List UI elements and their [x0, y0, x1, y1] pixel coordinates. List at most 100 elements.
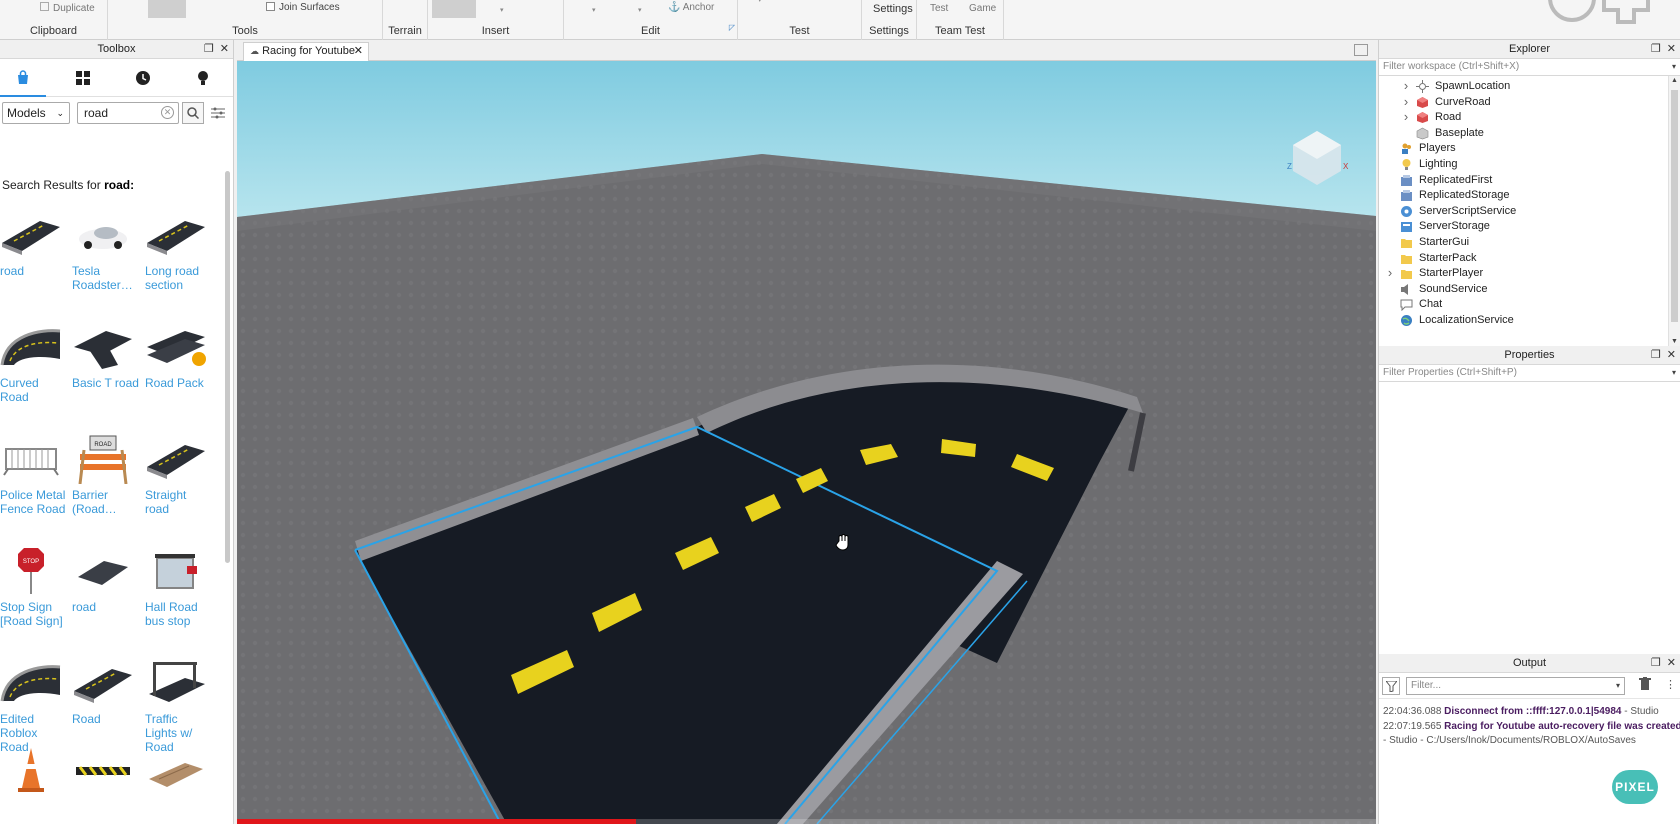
explorer-item[interactable]: Baseplate — [1379, 125, 1669, 141]
explorer-item[interactable]: › CurveRoad — [1379, 94, 1669, 110]
toolbox-item-name[interactable]: Road — [72, 712, 140, 726]
tool-button[interactable] — [148, 0, 186, 18]
toolbox-item[interactable]: Hall Road bus stop — [145, 546, 213, 628]
tab-recent[interactable] — [120, 59, 166, 97]
explorer-item[interactable]: StarterPack — [1379, 250, 1669, 266]
explorer-item[interactable]: SoundService — [1379, 281, 1669, 297]
toolbox-item-name[interactable]: road — [72, 600, 140, 614]
toolbox-item-name[interactable]: Road Pack — [145, 376, 213, 390]
part-button[interactable] — [432, 0, 476, 18]
scroll-thumb[interactable] — [1671, 90, 1678, 322]
duplicate-button[interactable]: Duplicate — [40, 2, 95, 14]
explorer-item[interactable]: ReplicatedFirst — [1379, 172, 1669, 188]
chevron-down-icon[interactable]: ▾ — [1672, 365, 1676, 381]
tab-marketplace[interactable] — [0, 59, 46, 97]
chevron-right-icon[interactable]: › — [1401, 94, 1411, 110]
explorer-item[interactable]: Lighting — [1379, 156, 1669, 172]
toolbox-item[interactable]: road — [0, 210, 68, 278]
toolbox-item-name[interactable]: road — [0, 264, 68, 278]
toolbox-item[interactable]: Edited Roblox Road — [0, 658, 68, 754]
explorer-item[interactable]: › Road — [1379, 109, 1669, 125]
chevron-down-icon[interactable]: ▾ — [1616, 678, 1620, 694]
chevron-down-icon[interactable]: ▾ — [1672, 59, 1676, 75]
toolbox-item[interactable]: Curved Road — [0, 322, 68, 404]
anchor-button[interactable]: ⚓ Anchor — [668, 2, 714, 13]
toolbox-item[interactable]: road — [72, 546, 140, 614]
clear-output-button[interactable] — [1639, 677, 1651, 693]
search-button[interactable] — [182, 102, 204, 124]
toolbox-item[interactable]: Straight road — [145, 434, 213, 516]
output-filter-button[interactable] — [1382, 677, 1400, 695]
toolbox-item[interactable]: ROAD Barrier (Road… — [72, 434, 140, 516]
scroll-up-icon[interactable]: ▲ — [1671, 77, 1678, 84]
team-test-button[interactable]: Test — [930, 3, 948, 14]
tab-racing-for-youtube[interactable]: ☁ Racing for Youtube ✕ — [243, 42, 369, 61]
more-options-icon[interactable]: ⋮ — [1665, 678, 1676, 691]
explorer-item[interactable]: ReplicatedStorage — [1379, 187, 1669, 203]
toolbox-item[interactable] — [0, 746, 68, 800]
toolbox-item-name[interactable]: Tesla Roadster… — [72, 264, 140, 292]
toolbox-item[interactable] — [72, 746, 140, 800]
tab-creations[interactable] — [180, 59, 226, 97]
join-surfaces-toggle[interactable]: Join Surfaces — [266, 2, 340, 13]
explorer-item[interactable]: Players — [1379, 140, 1669, 156]
explorer-item[interactable]: ServerScriptService — [1379, 203, 1669, 219]
chevron-right-icon[interactable]: › — [1401, 109, 1411, 125]
toolbox-item[interactable]: Road — [72, 658, 140, 726]
undock-icon[interactable]: ❐ — [1651, 349, 1661, 361]
explorer-item[interactable]: › SpawnLocation — [1379, 78, 1669, 94]
undock-icon[interactable]: ❐ — [204, 43, 214, 55]
explorer-item[interactable]: › StarterPlayer — [1379, 265, 1669, 281]
explorer-item[interactable]: LocalizationService — [1379, 312, 1669, 328]
properties-filter-input[interactable]: Filter Properties (Ctrl+Shift+P) ▾ — [1379, 365, 1680, 382]
toolbox-item[interactable]: Long road section — [145, 210, 213, 292]
undock-icon[interactable]: ❐ — [1651, 43, 1661, 55]
close-icon[interactable]: ✕ — [1667, 349, 1676, 361]
explorer-scrollbar[interactable]: ▲ ▼ — [1668, 76, 1680, 346]
chevron-down-icon[interactable]: ▾ — [592, 6, 596, 14]
toolbox-item-name[interactable]: Long road section — [145, 264, 213, 292]
filter-button[interactable] — [208, 103, 228, 123]
plugin-icon[interactable] — [1548, 0, 1668, 34]
search-input[interactable]: road ✕ — [77, 102, 179, 124]
terrain-group[interactable]: Terrain — [383, 0, 428, 40]
chevron-down-icon[interactable]: ▾ — [758, 0, 762, 4]
chevron-right-icon[interactable]: › — [1385, 265, 1395, 281]
category-select[interactable]: Models ⌄ — [2, 102, 70, 124]
scene-render[interactable]: Z X — [237, 61, 1376, 824]
close-icon[interactable]: ✕ — [1667, 43, 1676, 55]
explorer-item[interactable]: ServerStorage — [1379, 218, 1669, 234]
video-progress-bar[interactable] — [237, 819, 636, 824]
scroll-down-icon[interactable]: ▼ — [1671, 338, 1678, 345]
undock-icon[interactable]: ❐ — [1651, 657, 1661, 669]
join-surfaces-checkbox[interactable] — [266, 2, 275, 11]
close-icon[interactable]: ✕ — [354, 43, 363, 60]
close-icon[interactable]: ✕ — [1667, 657, 1676, 669]
explorer-item[interactable]: Chat — [1379, 296, 1669, 312]
toolbox-item-name[interactable]: Stop Sign [Road Sign] — [0, 600, 68, 628]
chevron-down-icon[interactable]: ▾ — [638, 6, 642, 14]
toolbox-item[interactable] — [145, 746, 213, 800]
toolbox-item[interactable]: Traffic Lights w/ Road — [145, 658, 213, 754]
team-game-button[interactable]: Game — [969, 3, 996, 14]
tab-inventory[interactable] — [60, 59, 106, 97]
toolbox-item-name[interactable]: Barrier (Road… — [72, 488, 140, 516]
toolbox-item[interactable]: Road Pack — [145, 322, 213, 390]
toolbox-item-name[interactable]: Police Metal Fence Road — [0, 488, 68, 516]
toolbox-item-name[interactable]: Curved Road — [0, 376, 68, 404]
clear-icon[interactable]: ✕ — [161, 106, 174, 119]
fullscreen-icon[interactable] — [1354, 44, 1368, 56]
chevron-right-icon[interactable]: › — [1401, 78, 1411, 94]
toolbox-item-name[interactable]: Basic T road — [72, 376, 140, 390]
toolbox-item-name[interactable]: Straight road — [145, 488, 213, 516]
settings-button[interactable]: Settings — [873, 3, 913, 15]
toolbox-item[interactable]: Tesla Roadster… — [72, 210, 140, 292]
explorer-filter-input[interactable]: Filter workspace (Ctrl+Shift+X) ▾ — [1379, 59, 1680, 76]
toolbox-scrollbar[interactable] — [225, 171, 230, 563]
toolbox-item[interactable]: STOP Stop Sign [Road Sign] — [0, 546, 68, 628]
3d-viewport[interactable]: ☁ Racing for Youtube ✕ Z X — [237, 40, 1376, 824]
close-icon[interactable]: ✕ — [220, 43, 229, 55]
explorer-item[interactable]: StarterGui — [1379, 234, 1669, 250]
chevron-down-icon[interactable]: ▾ — [500, 6, 504, 14]
output-filter-input[interactable]: Filter... ▾ — [1406, 677, 1625, 695]
